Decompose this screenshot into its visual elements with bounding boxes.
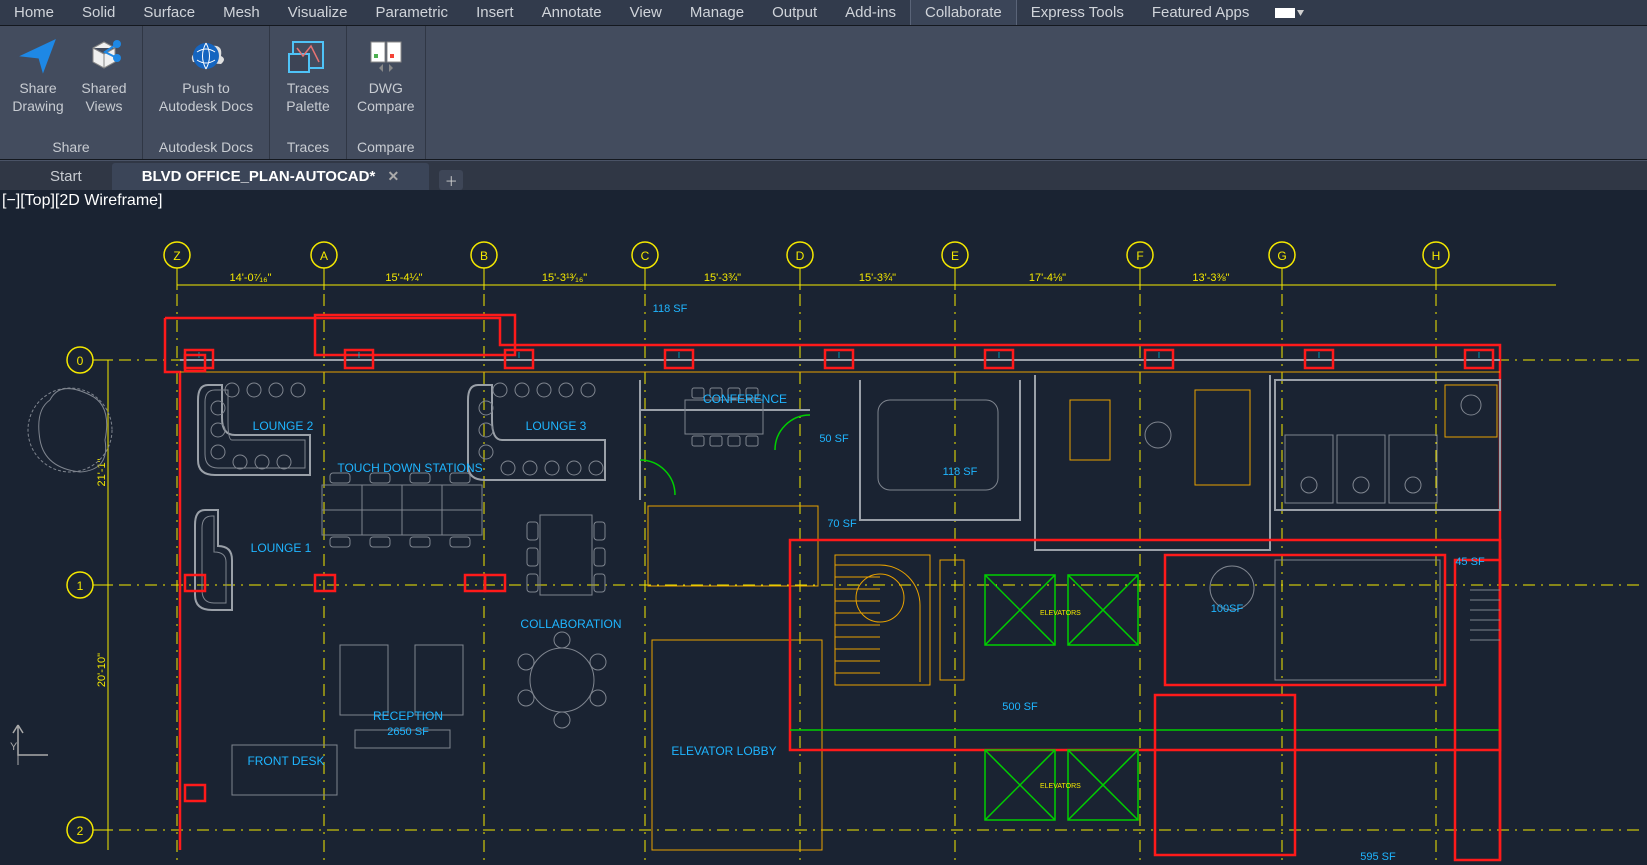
svg-text:COLLABORATION: COLLABORATION — [520, 617, 621, 631]
globe-cloud-icon — [185, 34, 227, 76]
dwg-compare-button[interactable]: DWGCompare — [355, 30, 417, 137]
push-to-autodesk-docs-button[interactable]: Push toAutodesk Docs — [151, 30, 261, 137]
svg-text:I: I — [1318, 351, 1320, 360]
svg-text:D: D — [796, 249, 805, 263]
ribbon-group-traces: TracesPalette Traces — [270, 26, 347, 159]
svg-text:595 SF: 595 SF — [1360, 851, 1396, 863]
svg-text:ELEVATORS: ELEVATORS — [1040, 783, 1081, 790]
drawing-viewport[interactable]: [−][Top][2D Wireframe] ZABCDEFGH14'-0⁷⁄₁… — [0, 190, 1647, 865]
svg-text:C: C — [641, 249, 650, 263]
svg-text:15'-4¼": 15'-4¼" — [385, 272, 422, 284]
svg-text:E: E — [951, 249, 959, 263]
svg-text:I: I — [998, 351, 1000, 360]
ribbon-group-compare: DWGCompare Compare — [347, 26, 426, 159]
traces-label: TracesPalette — [286, 80, 330, 115]
ribbon-group-share: ShareDrawing SharedViews Share — [0, 26, 143, 159]
menu-item-insert[interactable]: Insert — [462, 0, 528, 25]
svg-text:I: I — [1478, 351, 1480, 360]
cube-share-icon — [83, 34, 125, 76]
menu-item-express-tools[interactable]: Express Tools — [1017, 0, 1138, 25]
svg-text:15'-3¾": 15'-3¾" — [704, 272, 741, 284]
svg-text:I: I — [518, 351, 520, 360]
menu-item-add-ins[interactable]: Add-ins — [831, 0, 910, 25]
svg-text:15'-3¹³⁄₁₆": 15'-3¹³⁄₁₆" — [542, 272, 587, 284]
menu-dropdown-icon[interactable] — [1275, 7, 1305, 19]
menu-item-parametric[interactable]: Parametric — [362, 0, 463, 25]
svg-text:100SF: 100SF — [1211, 603, 1244, 615]
svg-text:2: 2 — [77, 824, 84, 838]
menu-item-mesh[interactable]: Mesh — [209, 0, 274, 25]
svg-text:0: 0 — [77, 354, 84, 368]
ribbon-group-autodesk-docs: Push toAutodesk Docs Autodesk Docs — [143, 26, 270, 159]
svg-text:Z: Z — [173, 249, 180, 263]
new-tab-button[interactable]: ＋ — [439, 170, 463, 190]
svg-text:118 SF: 118 SF — [943, 466, 978, 478]
tab-start[interactable]: Start — [20, 163, 112, 190]
svg-text:G: G — [1277, 249, 1286, 263]
svg-text:CONFERENCE: CONFERENCE — [703, 392, 787, 406]
menu-item-home[interactable]: Home — [0, 0, 68, 25]
share-drawing-button[interactable]: ShareDrawing — [8, 30, 68, 137]
svg-text:13'-3⅜": 13'-3⅜" — [1192, 272, 1229, 284]
menu-item-featured-apps[interactable]: Featured Apps — [1138, 0, 1264, 25]
svg-text:TOUCH DOWN STATIONS: TOUCH DOWN STATIONS — [337, 461, 482, 475]
ribbon-group-title: Compare — [355, 137, 417, 159]
svg-text:FRONT DESK: FRONT DESK — [247, 754, 324, 768]
svg-text:20'-10": 20'-10" — [96, 653, 108, 687]
svg-text:I: I — [1158, 351, 1160, 360]
svg-text:B: B — [480, 249, 488, 263]
svg-text:RECEPTION: RECEPTION — [373, 709, 443, 723]
svg-text:F: F — [1136, 249, 1143, 263]
paper-plane-icon — [17, 34, 59, 76]
svg-text:I: I — [678, 351, 680, 360]
svg-text:Y: Y — [10, 741, 18, 753]
svg-text:ELEVATOR LOBBY: ELEVATOR LOBBY — [671, 744, 776, 758]
svg-text:LOUNGE 1: LOUNGE 1 — [251, 541, 312, 555]
svg-text:14'-0⁷⁄₁₆": 14'-0⁷⁄₁₆" — [230, 272, 272, 284]
ribbon-group-title: Traces — [278, 137, 338, 159]
menu-item-output[interactable]: Output — [758, 0, 831, 25]
push-docs-label: Push toAutodesk Docs — [159, 80, 253, 115]
menu-item-annotate[interactable]: Annotate — [528, 0, 616, 25]
ribbon: ShareDrawing SharedViews Share Push toAu… — [0, 26, 1647, 160]
svg-text:17'-4⅛": 17'-4⅛" — [1029, 272, 1066, 284]
shared-views-button[interactable]: SharedViews — [74, 30, 134, 137]
svg-text:H: H — [1432, 249, 1441, 263]
drawing-canvas[interactable]: Z A B C D E F G H 14'-0⁷⁄₁₆" 15'-4¼" 15'-3¹³⁄₁₆" 15'… — [0, 190, 1647, 865]
share-drawing-label: ShareDrawing — [12, 80, 63, 115]
tab-label: BLVD OFFICE_PLAN-AUTOCAD* — [142, 168, 376, 185]
menu-item-collaborate[interactable]: Collaborate — [910, 0, 1017, 25]
compare-label: DWGCompare — [357, 80, 415, 115]
menu-item-view[interactable]: View — [616, 0, 676, 25]
svg-text:45 SF: 45 SF — [1455, 556, 1485, 568]
menu-item-solid[interactable]: Solid — [68, 0, 129, 25]
svg-text:2650 SF: 2650 SF — [387, 726, 429, 738]
ribbon-group-title: Share — [8, 137, 134, 159]
shared-views-label: SharedViews — [81, 80, 126, 115]
plus-icon: ＋ — [445, 171, 458, 190]
svg-text:15'-3¾": 15'-3¾" — [859, 272, 896, 284]
traces-palette-button[interactable]: TracesPalette — [278, 30, 338, 137]
svg-text:A: A — [320, 249, 328, 263]
traces-icon — [287, 34, 329, 76]
svg-text:50 SF: 50 SF — [819, 433, 849, 445]
menu-item-visualize[interactable]: Visualize — [274, 0, 362, 25]
document-tabs: Start BLVD OFFICE_PLAN-AUTOCAD* ✕ ＋ — [0, 160, 1647, 190]
compare-icon — [365, 34, 407, 76]
svg-text:LOUNGE 3: LOUNGE 3 — [526, 419, 587, 433]
menu-bar: HomeSolidSurfaceMeshVisualizeParametricI… — [0, 0, 1647, 26]
svg-text:118 SF: 118 SF — [653, 303, 688, 315]
svg-text:70 SF: 70 SF — [827, 518, 857, 530]
svg-text:LOUNGE 2: LOUNGE 2 — [253, 419, 314, 433]
tab-active-drawing[interactable]: BLVD OFFICE_PLAN-AUTOCAD* ✕ — [112, 163, 430, 190]
svg-text:I: I — [358, 351, 360, 360]
svg-text:I: I — [838, 351, 840, 360]
svg-text:500 SF: 500 SF — [1002, 701, 1038, 713]
menu-item-manage[interactable]: Manage — [676, 0, 758, 25]
close-icon[interactable]: ✕ — [387, 168, 399, 184]
menu-item-surface[interactable]: Surface — [129, 0, 209, 25]
svg-text:ELEVATORS: ELEVATORS — [1040, 610, 1081, 617]
ribbon-group-title: Autodesk Docs — [151, 137, 261, 159]
svg-text:1: 1 — [77, 579, 84, 593]
